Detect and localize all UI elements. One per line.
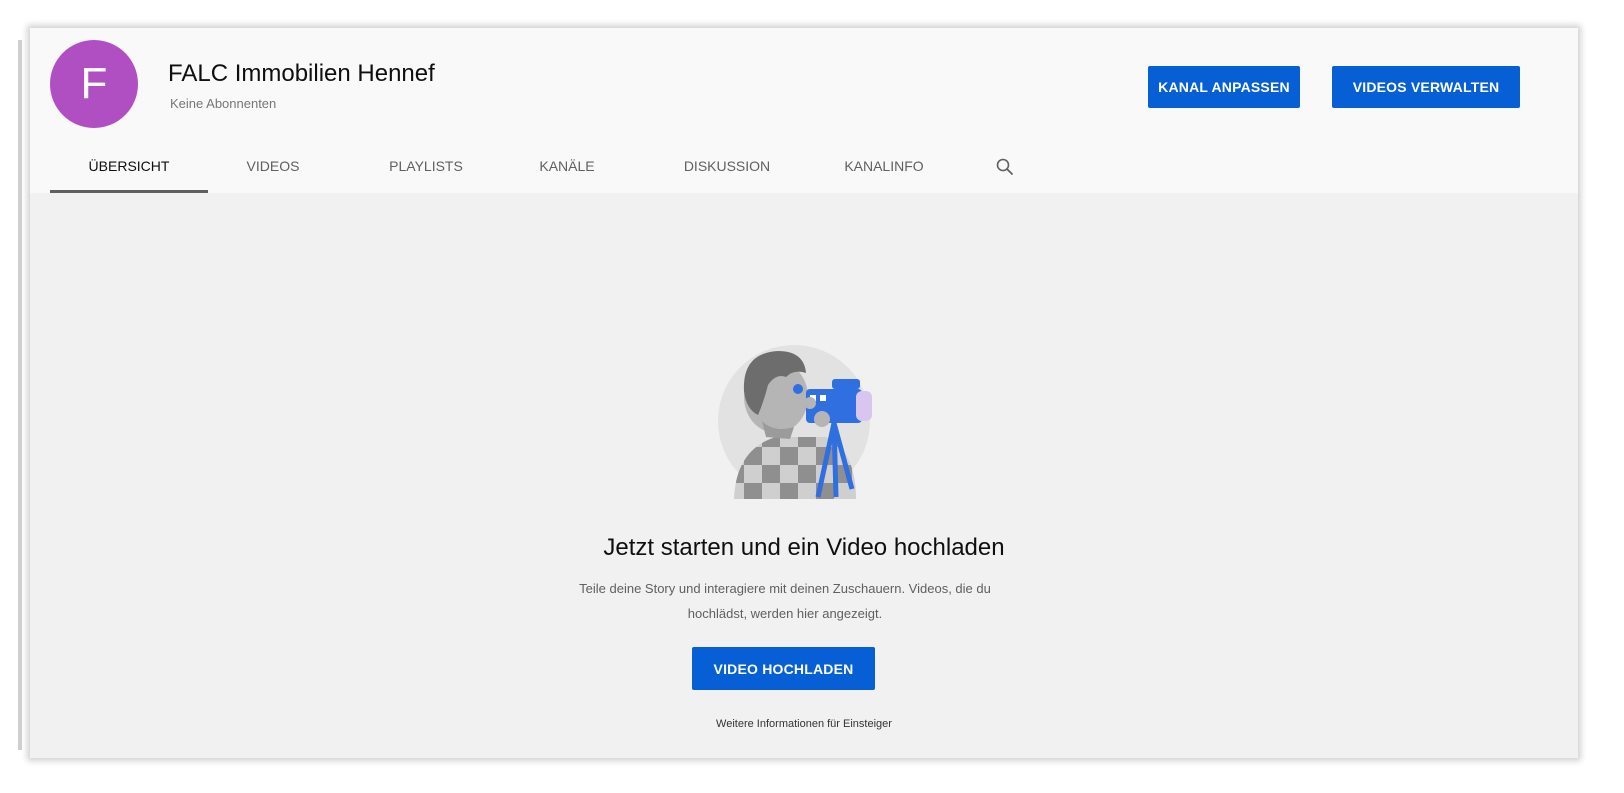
empty-state-title: Jetzt starten und ein Video hochladen — [603, 534, 1005, 561]
empty-state-description: Teile deine Story und interagiere mit de… — [530, 576, 1040, 626]
channel-content: Jetzt starten und ein Video hochladen Te… — [30, 193, 1578, 758]
manage-videos-button[interactable]: VIDEOS VERWALTEN — [1332, 66, 1520, 108]
avatar[interactable]: F — [50, 40, 138, 128]
search-icon[interactable] — [994, 156, 1016, 178]
tab-overview[interactable]: ÜBERSICHT — [50, 146, 208, 193]
subscriber-count: Keine Abonnenten — [170, 96, 277, 111]
tab-playlists[interactable]: PLAYLISTS — [372, 146, 480, 190]
tab-videos[interactable]: VIDEOS — [234, 146, 312, 190]
empty-state-description-line2: hochlädst, werden hier angezeigt. — [687, 606, 883, 621]
customize-channel-button[interactable]: KANAL ANPASSEN — [1148, 66, 1300, 108]
camera-person-illustration — [706, 329, 886, 509]
learn-more-link[interactable]: Weitere Informationen für Einsteiger — [30, 718, 1578, 730]
window-edge — [18, 40, 22, 750]
tab-about[interactable]: KANALINFO — [830, 146, 938, 190]
channel-header: F FALC Immobilien Hennef Keine Abonnente… — [30, 28, 1578, 193]
tab-channels[interactable]: KANÄLE — [528, 146, 606, 190]
tab-discussion[interactable]: DISKUSSION — [666, 146, 788, 190]
channel-page: F FALC Immobilien Hennef Keine Abonnente… — [30, 28, 1578, 758]
channel-name: FALC Immobilien Hennef — [168, 60, 435, 87]
upload-video-button[interactable]: VIDEO HOCHLADEN — [692, 647, 875, 690]
empty-state-description-line1: Teile deine Story und interagiere mit de… — [579, 581, 991, 596]
